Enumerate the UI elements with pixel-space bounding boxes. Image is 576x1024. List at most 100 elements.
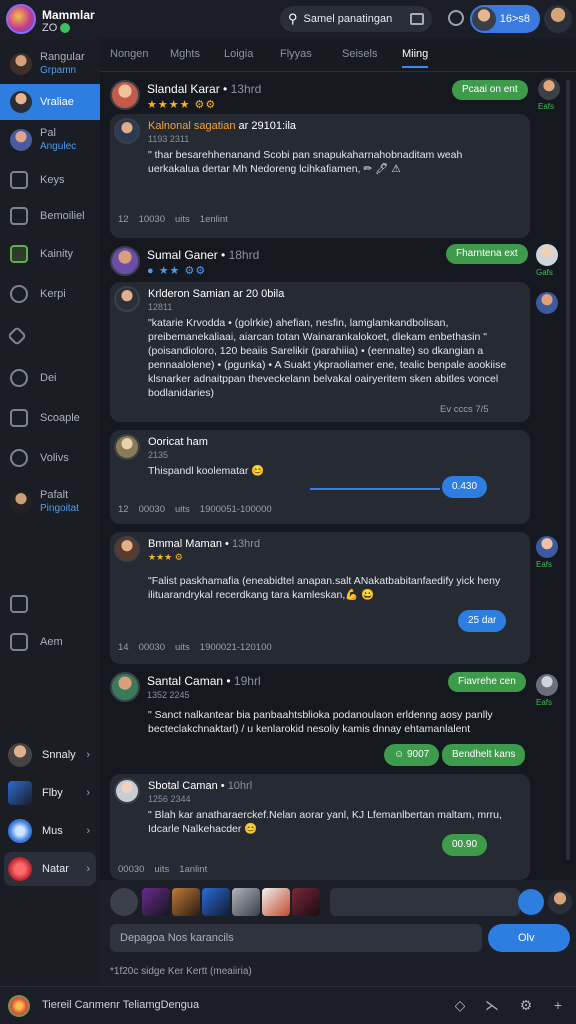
avatar-label: Eafs [538, 102, 555, 111]
message-footer: Ev cccs 7/5 [440, 404, 489, 415]
sidebar-item-label: Bemoiliel [40, 209, 85, 222]
top-bar: Mammlar ZO ⚲ Samel panatingan 16>s8 [0, 0, 576, 38]
sidebar-item-table[interactable] [0, 586, 100, 622]
sidebar-item-kainity[interactable]: Kainity [0, 236, 100, 272]
sidebar-item-kerpi[interactable]: Kerpi [0, 276, 100, 312]
message-text: Thispandl koolematar 😊 [148, 465, 265, 477]
avatar [10, 491, 32, 513]
settings-icon[interactable] [448, 10, 464, 26]
gear-icon[interactable]: ⚙ [518, 997, 534, 1013]
sidebar-item-pafalt[interactable]: Pafalt Pingoitat [0, 484, 100, 520]
message-card[interactable]: Sbotal Caman • 10hrl 1256 2344 " Blah ka… [110, 774, 530, 880]
header-name: Slandal Karar • 13hrd [147, 82, 262, 96]
message-author: Sbotal Caman • 10hrl [148, 780, 253, 792]
sidebar-item-volivs[interactable]: Volivs [0, 440, 100, 476]
diamond-icon [7, 326, 27, 346]
sidebar-bottom-natar[interactable]: Natar › [4, 852, 96, 886]
scrollbar[interactable] [566, 80, 570, 860]
chevron-right-icon: › [86, 825, 90, 837]
media-thumbnail[interactable] [262, 888, 290, 916]
avatar [8, 743, 32, 767]
sidebar-item-keys[interactable]: Keys [0, 162, 100, 198]
search-bar[interactable]: ⚲ Samel panatingan [280, 6, 432, 32]
avatar [536, 536, 558, 558]
filter-icon[interactable] [410, 13, 424, 25]
status-pill[interactable]: Pcaai on ent [452, 80, 528, 100]
edit-icon[interactable] [518, 889, 544, 915]
send-button[interactable]: Olv [488, 924, 570, 952]
message-date: 2135 [148, 450, 169, 460]
tab-loigia[interactable]: Loigia [224, 48, 253, 60]
sidebar-item-rangular[interactable]: Rangular Grpamn [0, 46, 100, 82]
avatar[interactable] [548, 890, 572, 914]
message-text: " Blah kar anatharaerckef.Nelan aorar ya… [148, 809, 502, 835]
message-card[interactable]: Kalnonal sagatian ar 29101:ila 1193 2311… [110, 114, 530, 238]
message-date: 12811 [148, 302, 173, 312]
sidebar-item-sublabel: Grpamn [40, 65, 77, 76]
avatar[interactable] [110, 672, 140, 702]
profile-avatar[interactable] [544, 5, 572, 33]
status-pill[interactable]: Fharntena ext [446, 244, 528, 264]
add-icon[interactable]: + [550, 997, 566, 1013]
tab-seisels[interactable]: Seisels [342, 48, 377, 60]
sidebar-bottom-snnaly[interactable]: Snnaly › [4, 738, 96, 772]
compass-icon [10, 285, 28, 303]
sidebar-item-scoaple[interactable]: Scoaple [0, 400, 100, 436]
message-card[interactable]: Krlderon Samian ar 20 0bila 12811 "katar… [110, 282, 530, 422]
sidebar-bottom-flby[interactable]: Flby › [4, 776, 96, 810]
tab-flyyas[interactable]: Flyyas [280, 48, 312, 60]
progress-pill[interactable]: 0.430 [442, 476, 488, 498]
sidebar-item-vraliae[interactable]: Vraliae [0, 84, 100, 120]
sidebar-item-aem[interactable]: Aem [0, 624, 100, 660]
bag-icon [10, 409, 28, 427]
sidebar-bottom-mus[interactable]: Mus › [4, 814, 96, 848]
sidebar-item-pal[interactable]: Pal Angulec [0, 122, 100, 158]
sidebar-item-diamond[interactable] [0, 318, 100, 354]
media-thumbnail[interactable] [142, 888, 170, 916]
table-icon [10, 595, 28, 613]
app-subtitle: ZO [42, 22, 71, 34]
sidebar-item-dei[interactable]: Dei [0, 360, 100, 396]
media-thumbnail[interactable] [202, 888, 230, 916]
text-field[interactable] [330, 888, 520, 916]
message-input[interactable]: Depagoa Nos karancils [110, 924, 482, 952]
progress-pill[interactable]: 00.90 [442, 834, 488, 856]
sidebar-item-label: Aem [40, 635, 63, 648]
reaction-pill[interactable]: ☺ 9007 [384, 744, 440, 766]
attach-icon[interactable] [110, 888, 138, 916]
app-logo[interactable] [8, 995, 30, 1017]
avatar[interactable] [110, 246, 140, 276]
media-thumbnail[interactable] [232, 888, 260, 916]
emoji-pill[interactable]: Bendhelt kans [442, 744, 526, 766]
media-thumbnail[interactable] [172, 888, 200, 916]
message-author: Krlderon Samian ar 20 0bila [148, 288, 285, 300]
tab-mghts[interactable]: Mghts [170, 48, 200, 60]
message-card[interactable]: Ooricat ham 2135 Thispandl koolematar 😊 … [110, 430, 530, 524]
fork-icon[interactable]: ⋋ [484, 997, 500, 1013]
status-pill[interactable]: Fiavrehe cen [448, 672, 526, 692]
tab-nongen[interactable]: Nongen [110, 48, 149, 60]
app-logo[interactable] [6, 4, 36, 34]
avatar [114, 434, 140, 460]
message-footer: 12 00030 uits 1900051-100000 [118, 504, 272, 515]
message-footer: 14 00030 uits 1900021-120100 [118, 642, 272, 653]
header-name: Sumal Ganer • 18hrd [147, 248, 260, 262]
sidebar-bottom-label: Flby [42, 787, 63, 799]
search-input[interactable]: Samel panatingan [304, 13, 393, 25]
media-thumbnail[interactable] [292, 888, 320, 916]
diamond-icon[interactable]: ◇ [452, 997, 468, 1013]
tab-miing[interactable]: Miing [402, 48, 429, 68]
progress-pill[interactable]: 25 dar [458, 610, 507, 632]
tab-bar: Nongen Mghts Loigia Flyyas Seisels Miing [100, 38, 576, 72]
sidebar-item-bemoiliel[interactable]: Bemoiliel [0, 198, 100, 234]
message-card[interactable]: Bmmal Maman • 13hrd ★★★ ⚙ "Falist paskha… [110, 532, 530, 664]
message-author: Ooricat ham [148, 436, 208, 448]
rating-stars-icon: ★★★ ⚙ [148, 552, 183, 562]
user-pill[interactable]: 16>s8 [470, 5, 540, 33]
sidebar-item-label: Rangular [40, 51, 85, 63]
keys-icon [10, 171, 28, 189]
message-text: "katarie Krvodda • (golrkie) ahefian, ne… [148, 317, 507, 399]
avatar[interactable] [110, 80, 140, 110]
message-footer: 12 10030 uits 1enlint [118, 214, 228, 225]
message-date: 1352 2245 [147, 690, 190, 700]
